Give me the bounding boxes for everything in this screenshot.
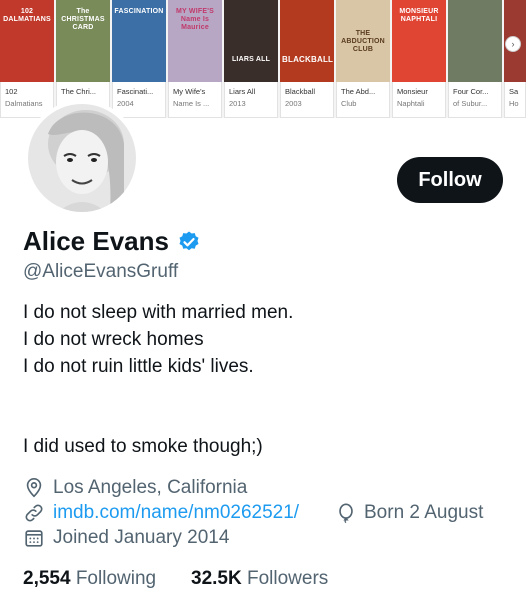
film-year: of Subur... bbox=[453, 99, 488, 108]
film-poster: MONSIEUR NAPHTALI bbox=[392, 0, 446, 82]
bio-line: I do not ruin little kids' lives. bbox=[23, 356, 254, 377]
film-year: Naphtali bbox=[397, 99, 425, 108]
film-card-8[interactable]: MONSIEUR NAPHTALI Monsieur Naphtali bbox=[392, 0, 446, 118]
film-name: The Abd... bbox=[341, 87, 376, 96]
balloon-icon bbox=[339, 503, 353, 524]
location-text: Los Angeles, California bbox=[53, 477, 248, 498]
film-card-4[interactable]: MY WIFE'S Name Is Maurice My Wife's Name … bbox=[168, 0, 222, 118]
film-year: Name Is ... bbox=[173, 99, 210, 108]
avatar[interactable] bbox=[24, 100, 140, 216]
film-poster: MY WIFE'S Name Is Maurice bbox=[168, 0, 222, 82]
film-year: 2004 bbox=[117, 99, 134, 108]
following-stat[interactable]: 2,554 Following bbox=[23, 568, 156, 590]
film-card-5[interactable]: LIARS ALL Liars All 2013 bbox=[224, 0, 278, 118]
birthday-text: Born 2 August bbox=[364, 502, 484, 523]
handle: @AliceEvansGruff bbox=[23, 261, 179, 282]
film-card-1[interactable]: 102 DALMATIANS 102 Dalmatians bbox=[0, 0, 54, 118]
film-poster: FASCINATION bbox=[112, 0, 166, 82]
following-label: Following bbox=[75, 568, 157, 589]
film-year: Dalmatians bbox=[5, 99, 43, 108]
film-year: 2003 bbox=[285, 99, 302, 108]
followers-count: 32.5K bbox=[191, 568, 242, 589]
calendar-icon bbox=[25, 530, 43, 547]
film-year: 2013 bbox=[229, 99, 246, 108]
film-poster: BLACKBALL bbox=[280, 0, 334, 82]
film-name: Four Cor... bbox=[453, 87, 489, 96]
film-poster: LIARS ALL bbox=[224, 0, 278, 82]
film-name: Sa bbox=[509, 87, 519, 96]
followers-stat[interactable]: 32.5K Followers bbox=[191, 568, 328, 590]
verified-badge-icon bbox=[179, 231, 199, 251]
film-card-3[interactable]: FASCINATION Fascinati... 2004 bbox=[112, 0, 166, 118]
link-icon bbox=[25, 504, 43, 522]
film-card-7[interactable]: THE ABDUCTION CLUB The Abd... Club bbox=[336, 0, 390, 118]
film-name: My Wife's bbox=[173, 87, 206, 96]
film-poster bbox=[448, 0, 502, 82]
follow-button[interactable]: Follow bbox=[397, 157, 503, 203]
bio-line: I do not wreck homes bbox=[23, 329, 204, 350]
location-pin-icon bbox=[26, 478, 42, 498]
website-link[interactable]: imdb.com/name/nm0262521/ bbox=[53, 502, 299, 524]
film-name: Blackball bbox=[285, 87, 316, 96]
film-card-10[interactable]: Sa Ho bbox=[504, 0, 526, 118]
followers-label: Followers bbox=[246, 568, 329, 589]
film-year: Ho bbox=[509, 99, 519, 108]
film-poster: The CHRISTMAS CARD bbox=[56, 0, 110, 82]
bio-line: I did used to smoke though;) bbox=[23, 436, 263, 457]
film-poster: THE ABDUCTION CLUB bbox=[336, 0, 390, 82]
film-name: Liars All bbox=[229, 87, 256, 96]
display-name: Alice Evans bbox=[23, 226, 169, 256]
film-name: Monsieur bbox=[397, 87, 428, 96]
film-card-6[interactable]: BLACKBALL Blackball 2003 bbox=[280, 0, 334, 118]
film-name: Fascinati... bbox=[117, 87, 154, 96]
bio-line: I do not sleep with married men. bbox=[23, 302, 294, 323]
film-poster: 102 DALMATIANS bbox=[0, 0, 54, 82]
carousel-next-icon[interactable]: › bbox=[505, 36, 521, 52]
film-name: The Chri... bbox=[61, 87, 97, 96]
film-name: 102 bbox=[5, 87, 18, 96]
joined-date: Joined January 2014 bbox=[53, 527, 230, 548]
following-count: 2,554 bbox=[23, 568, 71, 589]
film-card-9[interactable]: Four Cor... of Subur... bbox=[448, 0, 502, 118]
film-year: Club bbox=[341, 99, 357, 108]
